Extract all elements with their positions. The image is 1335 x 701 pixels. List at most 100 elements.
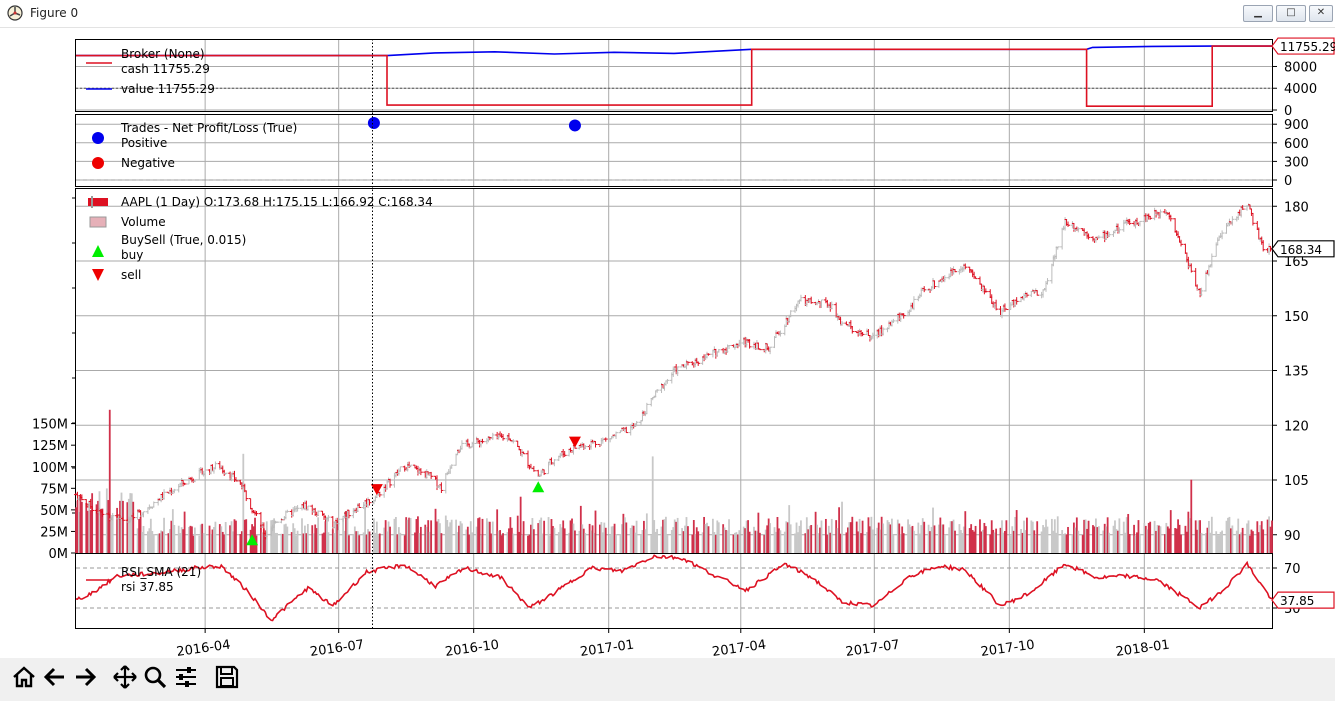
- volume-bar: [502, 533, 504, 553]
- cash-series-line: [76, 45, 1272, 107]
- rsi-series-line: [75, 554, 1273, 622]
- volume-bar: [173, 524, 176, 553]
- forward-button[interactable]: [70, 662, 100, 692]
- volume-bar: [1169, 510, 1172, 553]
- volume-bar: [122, 500, 124, 553]
- volume-tick-label: 125M: [32, 439, 68, 454]
- volume-bar: [717, 522, 720, 553]
- volume-bar: [892, 534, 895, 553]
- configure-subplots-icon: [176, 667, 196, 687]
- volume-bar: [306, 523, 309, 553]
- volume-bar: [296, 530, 299, 553]
- positive-legend-marker: [92, 132, 104, 144]
- buy-legend-marker: [92, 245, 104, 257]
- broker-legend: Broker (None) cash 11755.29 value 11755.…: [86, 47, 215, 96]
- volume-bar: [1026, 517, 1028, 553]
- volume-bar: [193, 527, 196, 553]
- forward-arrow-icon: [76, 667, 97, 687]
- pan-icon: [113, 665, 137, 689]
- volume-bar: [337, 530, 340, 553]
- volume-bar: [522, 521, 525, 553]
- broker-legend-value: value 11755.29: [121, 82, 215, 96]
- window-titlebar: Figure 0 ▁ □ ✕: [0, 0, 1335, 28]
- broker-y-tick-label: 8000: [1284, 60, 1317, 75]
- volume-bar: [1077, 530, 1080, 553]
- back-arrow-icon: [43, 667, 64, 687]
- x-tick-label: 2016-10: [444, 638, 500, 658]
- price-last-value-text: 168.34: [1280, 243, 1322, 257]
- volume-bar: [738, 530, 741, 553]
- volume-bar: [1200, 532, 1203, 553]
- volume-bar: [245, 519, 248, 553]
- trades-y-tick-label: 600: [1284, 137, 1309, 152]
- broker-y-tick-label: 4000: [1284, 82, 1317, 97]
- volume-bar: [1128, 534, 1131, 553]
- volume-bar: [450, 519, 453, 553]
- rsi-legend: RSI_SMA (21) rsi 37.85: [86, 565, 201, 594]
- volume-bar: [1097, 526, 1100, 553]
- volume-bar: [1180, 534, 1182, 553]
- x-tick-label: 2016-07: [309, 638, 365, 658]
- volume-bar: [676, 517, 679, 553]
- rsi-legend-value: rsi 37.85: [121, 580, 174, 594]
- volume-bar: [984, 526, 987, 553]
- volume-bar: [1118, 518, 1121, 553]
- volume-bar: [1005, 520, 1008, 553]
- minimize-button[interactable]: ▁: [1243, 5, 1273, 22]
- configure-subplots-button[interactable]: [171, 662, 201, 692]
- rsi-last-value: 37.85: [1271, 591, 1335, 609]
- volume-bar: [758, 532, 761, 553]
- volume-bar: [666, 535, 669, 553]
- volume-bar: [615, 534, 617, 553]
- trade-point: [568, 119, 581, 132]
- volume-bar: [1271, 520, 1273, 553]
- volume-bar: [152, 534, 155, 553]
- trade-point: [367, 116, 380, 129]
- maximize-button[interactable]: □: [1276, 5, 1306, 22]
- broker-legend-cash: cash 11755.29: [121, 62, 210, 76]
- zoom-icon: [144, 666, 167, 689]
- volume-bar: [1159, 526, 1162, 553]
- trades-legend-negative: Negative: [121, 156, 175, 170]
- volume-bar: [1015, 510, 1018, 553]
- volume-bar: [286, 526, 289, 553]
- volume-bar: [861, 520, 864, 553]
- price-last-value: 168.34: [1271, 240, 1335, 258]
- volume-bar: [553, 527, 556, 553]
- x-tick-label: 2017-07: [845, 638, 901, 658]
- volume-bar: [923, 521, 926, 553]
- back-button[interactable]: [40, 662, 70, 692]
- rsi-y-tick-label: 70: [1284, 562, 1301, 577]
- x-tick-label: 2017-01: [579, 638, 635, 658]
- volume-bar: [687, 526, 689, 553]
- volume-bar: [882, 523, 885, 553]
- save-button[interactable]: [212, 662, 242, 692]
- pan-button[interactable]: [110, 662, 140, 692]
- volume-bar: [224, 521, 227, 553]
- volume-bar: [604, 527, 607, 553]
- volume-bar: [779, 530, 782, 553]
- close-button[interactable]: ✕: [1309, 5, 1333, 22]
- rsi-last-value-text: 37.85: [1280, 594, 1314, 608]
- volume-legend-marker: [89, 216, 107, 228]
- volume-bar: [913, 530, 915, 553]
- buysell-legend-title: BuySell (True, 0.015): [121, 233, 246, 247]
- volume-bar: [111, 515, 114, 553]
- volume-bar: [1056, 516, 1059, 553]
- ohlc-legend-label: AAPL (1 Day) O:173.68 H:175.15 L:166.92 …: [121, 195, 433, 209]
- volume-bar: [491, 521, 494, 553]
- volume-bar: [748, 531, 751, 553]
- volume-tick-label: 50M: [40, 504, 68, 519]
- chart-svg: 2016-04 2016-07 2016-10 2017-01 2017-04 2017-…: [32, 37, 1335, 660]
- volume-bar: [481, 518, 484, 553]
- price-y-tick-label: 105: [1284, 474, 1309, 489]
- volume-bar: [954, 530, 956, 553]
- volume-bar: [1067, 526, 1069, 553]
- x-tick-label: 2017-10: [980, 638, 1036, 658]
- volume-bar: [789, 524, 792, 553]
- rsi-axes-frame: [75, 553, 1273, 629]
- volume-bar: [142, 525, 145, 553]
- navigation-toolbar: [0, 658, 1335, 701]
- home-button[interactable]: [9, 662, 39, 692]
- zoom-button[interactable]: [140, 662, 170, 692]
